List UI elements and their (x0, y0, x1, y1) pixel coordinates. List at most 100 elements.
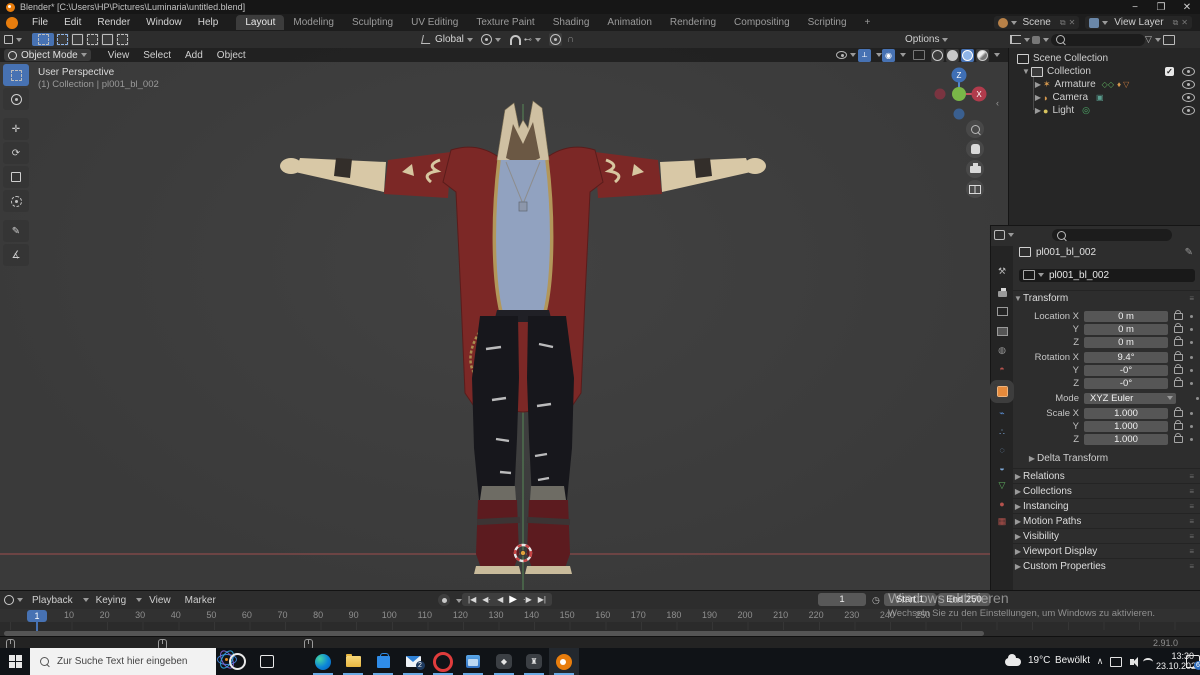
scale-z-field[interactable]: 1.000 (1084, 434, 1168, 445)
photos-app-icon[interactable] (458, 648, 488, 675)
tab-shading[interactable]: Shading (544, 15, 599, 30)
edge-icon[interactable] (308, 648, 338, 675)
animate-dot[interactable] (1190, 315, 1193, 318)
proportional-editing-button[interactable] (549, 33, 562, 46)
mail-icon[interactable]: 2 (398, 648, 428, 675)
lock-icon[interactable] (1174, 326, 1183, 333)
custom-properties-panel[interactable]: ▶Custom Properties≡ (1013, 558, 1200, 573)
view-layer-selector[interactable]: View Layer ⧉ ✕ (1085, 16, 1192, 29)
outliner-item-light[interactable]: Light (1052, 105, 1074, 116)
view-layer-name[interactable]: View Layer (1108, 17, 1169, 28)
outliner-filter-id-dropdown[interactable] (1032, 33, 1049, 46)
location-y-field[interactable]: 0 m (1084, 324, 1168, 335)
overlays-toggle[interactable]: ◉ (882, 49, 895, 62)
frame-end-field[interactable]: End 250 (938, 593, 990, 606)
jump-to-end-button[interactable]: ▶| (535, 595, 549, 604)
tool-rotate[interactable]: ⟳ (3, 142, 29, 164)
menu-render[interactable]: Render (89, 17, 138, 28)
menu-file[interactable]: File (24, 17, 56, 28)
cortana-button[interactable] (222, 648, 252, 675)
lock-icon[interactable] (1174, 380, 1183, 387)
animate-dot[interactable] (1190, 369, 1193, 372)
tab-tool[interactable]: ⚒ (994, 264, 1010, 279)
blender-taskbar-icon[interactable] (549, 648, 579, 675)
menu-add[interactable]: Add (178, 50, 210, 61)
animate-dot[interactable] (1196, 397, 1199, 400)
auto-keying-record-button[interactable] (438, 594, 450, 606)
location-x-field[interactable]: 0 m (1084, 311, 1168, 322)
tab-compositing[interactable]: Compositing (725, 15, 799, 30)
scene-name[interactable]: Scene (1017, 17, 1057, 28)
select-mode-subtract-button[interactable] (86, 33, 99, 46)
visibility-dropdown[interactable] (836, 49, 856, 62)
game-launcher-1-icon[interactable]: ◆ (489, 648, 519, 675)
new-workspace-button[interactable]: + (856, 15, 880, 30)
rotation-z-field[interactable]: -0° (1084, 378, 1168, 389)
lock-icon[interactable] (1174, 367, 1183, 374)
active-tool-dropdown[interactable] (4, 33, 22, 46)
tab-sculpting[interactable]: Sculpting (343, 15, 402, 30)
delete-view-layer-icon[interactable]: ✕ (1181, 18, 1188, 27)
menu-select[interactable]: Select (136, 50, 178, 61)
delta-transform-panel[interactable]: Delta Transform (1037, 453, 1108, 464)
region-collapse-arrow[interactable]: ‹ (996, 98, 999, 108)
outliner-search-input[interactable] (1051, 34, 1145, 46)
tab-texture[interactable]: ▦ (994, 514, 1010, 529)
tool-cursor[interactable] (3, 88, 29, 110)
tab-modeling[interactable]: Modeling (284, 15, 343, 30)
select-mode-invert-button[interactable] (101, 33, 114, 46)
menu-keying[interactable]: Keying (89, 595, 134, 606)
tab-object[interactable] (994, 384, 1010, 399)
new-collection-button[interactable] (1163, 33, 1176, 46)
shading-wireframe-button[interactable] (931, 49, 944, 62)
timeline-editor-type-dropdown[interactable] (4, 594, 23, 607)
menu-edit[interactable]: Edit (56, 17, 89, 28)
menu-marker[interactable]: Marker (178, 595, 223, 606)
select-mode-new-button[interactable] (56, 33, 69, 46)
outliner-display-mode-dropdown[interactable] (1010, 33, 1030, 46)
hide-armature-eye-icon[interactable] (1182, 80, 1195, 89)
tool-select-box[interactable] (3, 64, 29, 86)
animate-dot[interactable] (1190, 356, 1193, 359)
collapse-icon[interactable]: ▼ (1021, 67, 1031, 76)
visibility-panel[interactable]: ▶Visibility≡ (1013, 528, 1200, 543)
select-mode-extend-button[interactable] (71, 33, 84, 46)
tab-uv-editing[interactable]: UV Editing (402, 15, 467, 30)
tool-transform[interactable] (3, 190, 29, 212)
tab-scene[interactable]: ◍ (994, 343, 1010, 358)
tool-scale[interactable] (3, 166, 29, 188)
lock-icon[interactable] (1174, 313, 1183, 320)
hide-collection-eye-icon[interactable] (1182, 67, 1195, 76)
tray-chevron-icon[interactable]: ∧ (1092, 648, 1108, 675)
microsoft-store-icon[interactable] (368, 648, 398, 675)
outliner-item-collection[interactable]: Collection (1047, 66, 1091, 77)
motion-paths-panel[interactable]: ▶Motion Paths≡ (1013, 513, 1200, 528)
outliner-item-scene-collection[interactable]: Scene Collection (1033, 53, 1108, 64)
file-explorer-icon[interactable] (338, 648, 368, 675)
tab-animation[interactable]: Animation (598, 15, 660, 30)
new-view-layer-icon[interactable]: ⧉ (1173, 18, 1179, 28)
camera-view-icon[interactable] (966, 160, 984, 178)
zoom-icon[interactable] (966, 120, 984, 138)
animate-dot[interactable] (1190, 438, 1193, 441)
navigation-gizmo[interactable]: Z X (925, 62, 995, 124)
relations-panel[interactable]: ▶Relations≡ (1013, 468, 1200, 483)
hide-camera-eye-icon[interactable] (1182, 93, 1195, 102)
menu-view[interactable]: View (101, 50, 137, 61)
pivot-point-dropdown[interactable] (481, 33, 501, 46)
animate-dot[interactable] (1190, 425, 1193, 428)
shading-material-button[interactable] (961, 49, 974, 62)
outliner-item-armature[interactable]: Armature (1055, 79, 1096, 90)
opera-icon[interactable] (428, 648, 458, 675)
tab-render[interactable] (994, 286, 1010, 301)
menu-help[interactable]: Help (190, 17, 227, 28)
tool-annotate[interactable]: ✎ (3, 220, 29, 242)
timeline-ruler[interactable]: 1102030405060708090100110120130140150160… (0, 609, 1200, 622)
proportional-falloff-dropdown[interactable]: ∩ (564, 33, 577, 46)
start-button[interactable] (0, 648, 30, 675)
lock-icon[interactable] (1174, 436, 1183, 443)
play-reverse-button[interactable]: ◀ (494, 595, 506, 604)
tool-measure[interactable]: ∡ (3, 244, 29, 266)
viewport-display-panel[interactable]: ▶Viewport Display≡ (1013, 543, 1200, 558)
transform-panel-header[interactable]: ▼ Transform ≡ (1013, 290, 1200, 305)
